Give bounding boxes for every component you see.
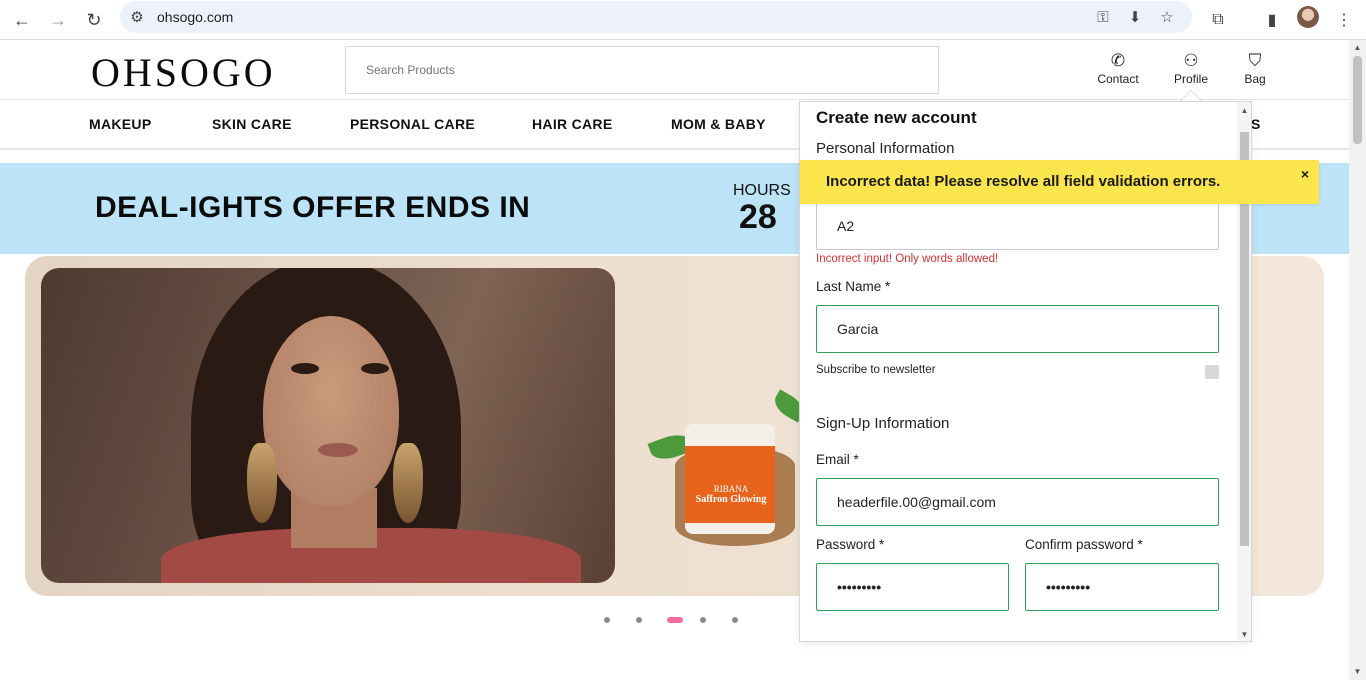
search-input[interactable] (346, 47, 938, 93)
browser-toolbar: ← → ↻ ⚙ ohsogo.com ⚿ ⬇ ☆ ⧉ ▮ ⋮ (0, 0, 1366, 40)
password-field[interactable]: ••••••••• (816, 563, 1009, 611)
confirm-password-field[interactable]: ••••••••• (1025, 563, 1219, 611)
hours-value: 28 (739, 198, 777, 236)
address-bar[interactable]: ⚙ ohsogo.com ⚿ ⬇ ☆ (120, 1, 1192, 33)
bookmark-star-icon[interactable]: ☆ (1157, 7, 1177, 27)
carousel-dot-4[interactable] (700, 617, 706, 623)
signup-info-heading: Sign-Up Information (816, 415, 950, 432)
newsletter-label: Subscribe to newsletter (816, 364, 936, 376)
validation-toast: Incorrect data! Please resolve all field… (800, 160, 1319, 204)
menu-item-hair-care[interactable]: HAIR CARE (532, 116, 612, 132)
contact-label: Contact (1097, 72, 1139, 86)
submit-button[interactable] (816, 641, 1219, 642)
reload-icon[interactable]: ↻ (80, 6, 108, 34)
popup-scroll-down-icon[interactable]: ▼ (1240, 630, 1249, 639)
email-field[interactable]: headerfile.00@gmail.com (816, 478, 1219, 526)
newsletter-checkbox[interactable] (1205, 365, 1219, 379)
confirm-password-label: Confirm password * (1025, 537, 1143, 552)
page-scrollbar-thumb[interactable] (1353, 56, 1362, 144)
carousel-dot-1[interactable] (604, 617, 610, 623)
key-icon[interactable]: ⚿ (1093, 7, 1113, 27)
profile-label: Profile (1173, 72, 1208, 86)
personal-info-heading: Personal Information (816, 140, 955, 157)
bag-icon: ⛉ (1248, 51, 1262, 70)
side-panel-icon[interactable]: ▮ (1258, 6, 1286, 34)
popup-scroll-up-icon[interactable]: ▲ (1240, 106, 1249, 115)
carousel-dot-3[interactable] (667, 617, 683, 623)
profile-link[interactable]: ⚇ Profile (1172, 50, 1210, 86)
bag-label: Bag (1244, 72, 1266, 86)
last-name-field[interactable]: Garcia (816, 305, 1219, 353)
scroll-up-icon[interactable]: ▲ (1353, 43, 1362, 52)
menu-item-makeup[interactable]: MAKEUP (89, 116, 151, 132)
scroll-down-icon[interactable]: ▼ (1353, 667, 1362, 676)
carousel-dot-5[interactable] (732, 617, 738, 623)
menu-item-mom-baby[interactable]: MOM & BABY (671, 116, 766, 132)
browser-profile-avatar[interactable] (1297, 6, 1319, 28)
password-label: Password * (816, 537, 885, 552)
site-logo[interactable]: OHSOGO (91, 49, 276, 96)
browser-menu-icon[interactable]: ⋮ (1330, 6, 1358, 34)
bag-link[interactable]: ⛉ Bag (1242, 50, 1268, 86)
phone-icon: ✆ (1110, 51, 1126, 70)
forward-icon[interactable]: → (44, 6, 72, 34)
menu-item-personal-care[interactable]: PERSONAL CARE (350, 116, 475, 132)
popup-title: Create new account (816, 108, 977, 127)
page-scrollbar[interactable]: ▲ ▼ (1349, 40, 1366, 680)
model-photo (41, 268, 615, 583)
contact-link[interactable]: ✆ Contact (1096, 50, 1140, 86)
extensions-icon[interactable]: ⧉ (1204, 6, 1232, 34)
first-name-field[interactable]: A2 (816, 202, 1219, 250)
product-jar (685, 424, 775, 534)
back-icon[interactable]: ← (8, 6, 36, 34)
url-text: ohsogo.com (157, 9, 234, 25)
first-name-error: Incorrect input! Only words allowed! (816, 253, 999, 265)
deal-title: DEAL-IGHTS OFFER ENDS IN (95, 191, 531, 224)
close-icon[interactable]: × (1301, 166, 1309, 182)
menu-item-more[interactable]: S (1251, 116, 1261, 132)
site-info-icon[interactable]: ⚙ (127, 7, 147, 27)
toast-message: Incorrect data! Please resolve all field… (826, 173, 1221, 190)
email-label: Email * (816, 452, 859, 467)
install-app-icon[interactable]: ⬇ (1125, 7, 1145, 27)
site-header: OHSOGO ✆ Contact ⚇ Profile ⛉ Bag (0, 40, 1349, 100)
carousel-dot-2[interactable] (636, 617, 642, 623)
product-jar-label: RIBANA Saffron Glowing (695, 484, 767, 505)
search-box[interactable] (345, 46, 939, 94)
menu-item-skin-care[interactable]: SKIN CARE (212, 116, 292, 132)
user-icon: ⚇ (1183, 51, 1199, 70)
last-name-label: Last Name * (816, 279, 891, 294)
